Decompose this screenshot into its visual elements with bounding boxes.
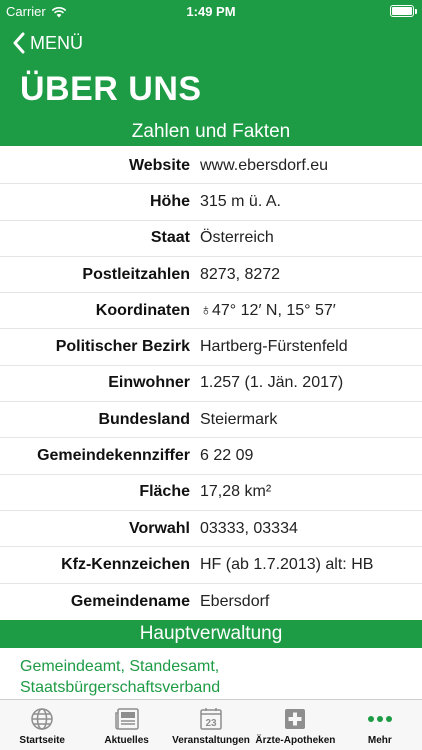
fact-label: Bundesland [98, 410, 190, 428]
tab-startseite[interactable]: Startseite [0, 700, 84, 750]
globe-icon [29, 706, 55, 732]
fact-value: Hartberg-Fürstenfeld [200, 338, 348, 356]
tab-label: Ärzte-Apotheken [255, 735, 336, 746]
fact-label: Einwohner [108, 374, 190, 392]
fact-label: Kfz-Kennzeichen [61, 555, 190, 573]
fact-label: Website [128, 156, 190, 174]
back-button[interactable]: MENÜ [12, 32, 83, 54]
tab-aerzte-apotheken[interactable]: Ärzte-Apotheken [253, 700, 337, 750]
fact-row-population: Einwohner 1.257 (1. Jän. 2017) [0, 366, 422, 403]
fact-label: Postleitzahlen [82, 265, 190, 283]
fact-row-district: Politischer Bezirk Hartberg-Fürstenfeld [0, 329, 422, 366]
fact-label: Höhe [150, 192, 190, 210]
fact-row-state: Staat Österreich [0, 221, 422, 257]
fact-value: ♁47° 12′ N, 15° 57′ [200, 301, 336, 319]
tab-label: Aktuelles [104, 735, 149, 746]
fact-label: Gemeindekennziffer [37, 447, 190, 465]
admin-offices-link[interactable]: Gemeindeamt, Standesamt, Staatsbürgersch… [20, 656, 410, 698]
tab-label: Veranstaltungen [172, 735, 250, 746]
fact-label: Gemeindename [70, 592, 190, 610]
fact-row-license-plate: Kfz-Kennzeichen HF (ab 1.7.2013) alt: HB [0, 547, 422, 584]
tab-veranstaltungen[interactable]: 23 Veranstaltungen [169, 700, 253, 750]
back-button-label: MENÜ [30, 32, 83, 53]
fact-row-area: Fläche 17,28 km² [0, 475, 422, 511]
fact-value: Österreich [200, 229, 274, 247]
fact-value: Ebersdorf [200, 592, 270, 610]
fact-row-federal-state: Bundesland Steiermark [0, 402, 422, 439]
fact-label: Vorwahl [128, 519, 190, 537]
facts-table: Website www.ebersdorf.eu Höhe 315 m ü. A. … [0, 148, 422, 620]
navigation-bar: MENÜ ÜBER UNS [0, 22, 422, 118]
tab-label: Mehr [367, 735, 392, 746]
medical-cross-icon [282, 706, 308, 732]
news-icon [114, 706, 140, 732]
calendar-day-text: 23 [205, 718, 217, 729]
admin-section-header: Hauptverwaltung [0, 620, 422, 648]
fact-label: Koordinaten [95, 301, 190, 319]
page-title: ÜBER UNS [20, 70, 202, 108]
fact-row-dial-code: Vorwahl 03333, 03334 [0, 511, 422, 548]
fact-row-municipality-code: Gemeindekennziffer 6 22 09 [0, 438, 422, 475]
fact-value: 8273, 8272 [200, 265, 281, 283]
fact-row-municipality-name: Gemeindename Ebersdorf [0, 584, 422, 620]
fact-label: Fläche [139, 483, 190, 501]
more-icon [367, 706, 393, 732]
fact-row-coordinates[interactable]: Koordinaten ♁47° 12′ N, 15° 57′ [0, 293, 422, 330]
tab-mehr[interactable]: Mehr [338, 700, 422, 750]
battery-icon [390, 5, 417, 17]
calendar-icon: 23 [198, 706, 224, 732]
fact-row-height: Höhe 315 m ü. A. [0, 184, 422, 221]
chevron-left-icon [13, 32, 25, 54]
fact-value: Steiermark [200, 410, 278, 428]
fact-value: 315 m ü. A. [200, 192, 281, 210]
clock: 1:49 PM [186, 4, 236, 19]
fact-value: 17,28 km² [200, 483, 272, 501]
facts-section-header: Zahlen und Fakten [0, 118, 422, 146]
fact-value: www.ebersdorf.eu [200, 156, 329, 174]
fact-label: Staat [150, 229, 190, 247]
fact-row-postcodes: Postleitzahlen 8273, 8272 [0, 257, 422, 294]
fact-value: HF (ab 1.7.2013) alt: HB [200, 555, 374, 573]
fact-value: 6 22 09 [200, 447, 254, 465]
tab-bar: Startseite Aktuelles 23 Veranstaltungen [0, 699, 422, 750]
fact-label: Politischer Bezirk [55, 338, 190, 356]
fact-row-website[interactable]: Website www.ebersdorf.eu [0, 148, 422, 185]
status-bar: Carrier 1:49 PM [0, 0, 422, 22]
tab-aktuelles[interactable]: Aktuelles [84, 700, 168, 750]
fact-value: 1.257 (1. Jän. 2017) [200, 374, 344, 392]
tab-label: Startseite [19, 735, 65, 746]
fact-value: 03333, 03334 [200, 519, 298, 537]
